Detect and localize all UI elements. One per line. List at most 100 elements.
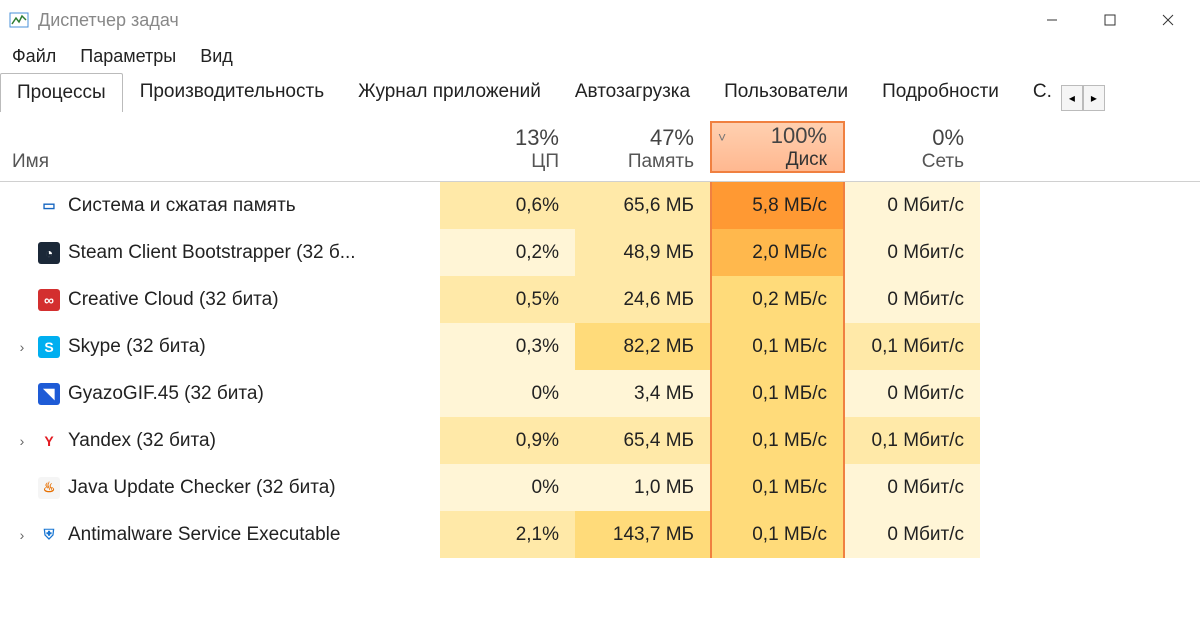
tab-scroll-left[interactable]: ◂ bbox=[1061, 85, 1083, 111]
adobe-icon: ∞ bbox=[38, 289, 60, 311]
menu-view[interactable]: Вид bbox=[200, 46, 233, 67]
table-row[interactable]: ▭ Система и сжатая память 0,6%65,6 МБ5,8 М… bbox=[0, 182, 1200, 229]
process-name-cell: › S Skype (32 бита) bbox=[0, 336, 440, 358]
disk-cell: 0,1 МБ/с bbox=[710, 370, 845, 417]
table-row[interactable]: ♨Java Update Checker (32 бита)0%1,0 МБ0,… bbox=[0, 464, 1200, 511]
process-name-cell: ◥ GyazoGIF.45 (32 бита) bbox=[0, 383, 440, 405]
tab-scroll-right[interactable]: ▸ bbox=[1083, 85, 1105, 111]
disk-cell: 0,1 МБ/с bbox=[710, 417, 845, 464]
cpu-cell: 0% bbox=[440, 370, 575, 417]
column-headers: Имя 13% ЦП 47% Память 100% Диск 0% Сеть bbox=[0, 112, 1200, 182]
titlebar[interactable]: Диспетчер задач bbox=[0, 0, 1200, 40]
process-name: GyazoGIF.45 (32 бита) bbox=[68, 383, 264, 405]
table-row[interactable]: › S Skype (32 бита) 0,3%82,2 МБ0,1 МБ/с0,1 … bbox=[0, 323, 1200, 370]
tab-performance[interactable]: Производительность bbox=[123, 72, 341, 111]
process-name-cell: ◔ Steam Client Bootstrapper (32 б... bbox=[0, 242, 440, 264]
process-name-cell: › ⛨ Antimalware Service Executable bbox=[0, 524, 440, 546]
tabbar: Процессы Производительность Журнал прило… bbox=[0, 72, 1200, 112]
disk-cell: 5,8 МБ/с bbox=[710, 182, 845, 229]
network-cell: 0 Мбит/с bbox=[845, 464, 980, 511]
cpu-cell: 0,2% bbox=[440, 229, 575, 276]
network-cell: 0 Мбит/с bbox=[845, 229, 980, 276]
expand-icon[interactable]: › bbox=[14, 339, 30, 355]
tab-processes[interactable]: Процессы bbox=[0, 73, 123, 112]
memory-cell: 143,7 МБ bbox=[575, 511, 710, 558]
maximize-button[interactable] bbox=[1082, 2, 1138, 38]
table-row[interactable]: › ⛨ Antimalware Service Executable 2,1%143,… bbox=[0, 511, 1200, 558]
header-memory-label: Память bbox=[628, 151, 694, 173]
memory-cell: 24,6 МБ bbox=[575, 276, 710, 323]
tab-users[interactable]: Пользователи bbox=[707, 72, 865, 111]
close-button[interactable] bbox=[1140, 2, 1196, 38]
header-cpu-label: ЦП bbox=[531, 151, 559, 173]
task-manager-window: Диспетчер задач Файл Параметры Вид Проце… bbox=[0, 0, 1200, 628]
network-cell: 0,1 Мбит/с bbox=[845, 323, 980, 370]
expand-icon[interactable]: › bbox=[14, 433, 30, 449]
process-name: Yandex (32 бита) bbox=[68, 430, 216, 452]
menubar: Файл Параметры Вид bbox=[0, 40, 1200, 72]
table-row[interactable]: › Y Yandex (32 бита) 0,9%65,4 МБ0,1 МБ/с0,1… bbox=[0, 417, 1200, 464]
header-network[interactable]: 0% Сеть bbox=[845, 125, 980, 173]
skype-icon: S bbox=[38, 336, 60, 358]
cpu-cell: 2,1% bbox=[440, 511, 575, 558]
process-name: Creative Cloud (32 бита) bbox=[68, 289, 279, 311]
table-row[interactable]: ◥ GyazoGIF.45 (32 бита) 0%3,4 МБ0,1 МБ/с0 … bbox=[0, 370, 1200, 417]
java-icon: ♨ bbox=[38, 477, 60, 499]
process-name-cell: › Y Yandex (32 бита) bbox=[0, 430, 440, 452]
expand-icon[interactable]: › bbox=[14, 527, 30, 543]
process-name: Система и сжатая память bbox=[68, 195, 296, 217]
memory-cell: 65,4 МБ bbox=[575, 417, 710, 464]
gyazo-icon: ◥ bbox=[38, 383, 60, 405]
table-row[interactable]: ◔ Steam Client Bootstrapper (32 б... 0,2%4… bbox=[0, 229, 1200, 276]
defender-icon: ⛨ bbox=[38, 524, 60, 546]
yandex-icon: Y bbox=[38, 430, 60, 452]
tab-services[interactable]: С. bbox=[1016, 72, 1057, 111]
process-name-cell: ∞ Creative Cloud (32 бита) bbox=[0, 289, 440, 311]
window-title: Диспетчер задач bbox=[38, 10, 1024, 31]
tab-app-history[interactable]: Журнал приложений bbox=[341, 72, 558, 111]
cpu-cell: 0,5% bbox=[440, 276, 575, 323]
system-icon: ▭ bbox=[38, 195, 60, 217]
menu-options[interactable]: Параметры bbox=[80, 46, 176, 67]
network-cell: 0 Мбит/с bbox=[845, 511, 980, 558]
disk-cell: 0,1 МБ/с bbox=[710, 323, 845, 370]
header-memory[interactable]: 47% Память bbox=[575, 125, 710, 173]
header-disk-label: Диск bbox=[786, 149, 827, 171]
memory-cell: 3,4 МБ bbox=[575, 370, 710, 417]
network-cell: 0 Мбит/с bbox=[845, 276, 980, 323]
network-cell: 0 Мбит/с bbox=[845, 370, 980, 417]
cpu-cell: 0,9% bbox=[440, 417, 575, 464]
memory-cell: 65,6 МБ bbox=[575, 182, 710, 229]
network-cell: 0,1 Мбит/с bbox=[845, 417, 980, 464]
process-name: Antimalware Service Executable bbox=[68, 524, 340, 546]
process-name-cell: ▭ Система и сжатая память bbox=[0, 195, 440, 217]
menu-file[interactable]: Файл bbox=[12, 46, 56, 67]
app-icon bbox=[8, 9, 30, 31]
header-name[interactable]: Имя bbox=[0, 151, 440, 173]
process-name: Skype (32 бита) bbox=[68, 336, 206, 358]
header-name-label: Имя bbox=[12, 151, 49, 172]
header-disk-pct: 100% bbox=[771, 123, 827, 149]
process-list[interactable]: ▭ Система и сжатая память 0,6%65,6 МБ5,8 М… bbox=[0, 182, 1200, 628]
table-row[interactable]: ∞ Creative Cloud (32 бита) 0,5%24,6 МБ0,2 … bbox=[0, 276, 1200, 323]
memory-cell: 82,2 МБ bbox=[575, 323, 710, 370]
header-cpu[interactable]: 13% ЦП bbox=[440, 125, 575, 173]
memory-cell: 48,9 МБ bbox=[575, 229, 710, 276]
process-name: Steam Client Bootstrapper (32 б... bbox=[68, 242, 356, 264]
minimize-button[interactable] bbox=[1024, 2, 1080, 38]
disk-cell: 0,1 МБ/с bbox=[710, 464, 845, 511]
network-cell: 0 Мбит/с bbox=[845, 182, 980, 229]
steam-icon: ◔ bbox=[38, 242, 60, 264]
disk-cell: 0,1 МБ/с bbox=[710, 511, 845, 558]
tab-startup[interactable]: Автозагрузка bbox=[558, 72, 707, 111]
cpu-cell: 0,6% bbox=[440, 182, 575, 229]
header-disk[interactable]: 100% Диск bbox=[710, 121, 845, 173]
cpu-cell: 0,3% bbox=[440, 323, 575, 370]
header-cpu-pct: 13% bbox=[515, 125, 559, 151]
disk-cell: 0,2 МБ/с bbox=[710, 276, 845, 323]
header-memory-pct: 47% bbox=[650, 125, 694, 151]
header-network-pct: 0% bbox=[932, 125, 964, 151]
cpu-cell: 0% bbox=[440, 464, 575, 511]
tab-details[interactable]: Подробности bbox=[865, 72, 1016, 111]
process-name: Java Update Checker (32 бита) bbox=[68, 477, 336, 499]
